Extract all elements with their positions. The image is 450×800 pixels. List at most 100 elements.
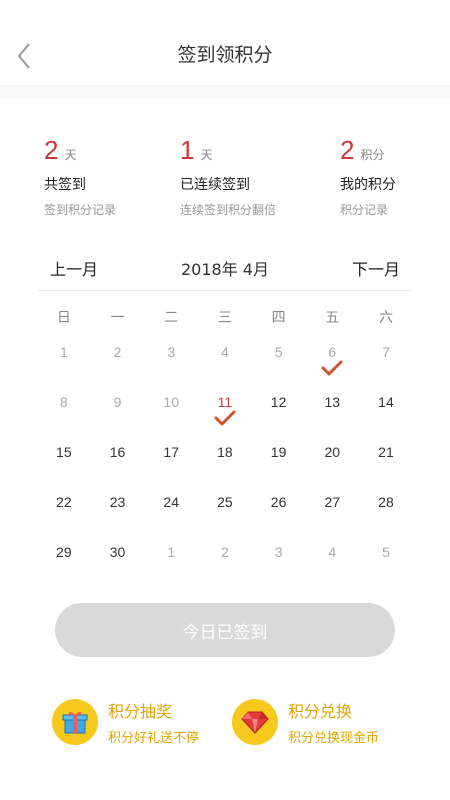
calendar-day-today[interactable]: 11 [198, 384, 252, 434]
calendar-week-row: 15 16 17 18 19 20 21 [37, 434, 413, 484]
day-number: 27 [324, 494, 341, 510]
day-number: 4 [328, 544, 337, 560]
calendar-day[interactable]: 25 [198, 484, 252, 534]
calendar-day[interactable]: 1 [144, 534, 198, 584]
day-number: 13 [324, 394, 341, 410]
day-number: 16 [109, 444, 126, 460]
weekday-label: 四 [271, 310, 286, 326]
calendar-day[interactable]: 9 [91, 384, 145, 434]
feature-subtitle: 积分兑换现金币 [288, 731, 380, 746]
calendar-day[interactable]: 5 [359, 534, 413, 584]
stat-label: 我的积分 [340, 177, 396, 193]
calendar-day[interactable]: 21 [359, 434, 413, 484]
calendar-day[interactable]: 19 [252, 434, 306, 484]
day-number: 11 [217, 394, 233, 410]
day-number: 5 [274, 344, 283, 360]
stat-unit: 天 [200, 148, 213, 162]
stat-consecutive[interactable]: 1 天 已连续签到 连续签到积分翻倍 [180, 135, 276, 218]
weekday-header: 日一二三四五六 [37, 300, 413, 334]
stat-sublabel: 签到积分记录 [44, 203, 117, 217]
day-number: 23 [109, 494, 126, 510]
points-exchange-entry[interactable]: 积分兑换 积分兑换现金币 [232, 696, 379, 748]
day-number: 18 [217, 444, 233, 460]
calendar-day[interactable]: 20 [305, 434, 359, 484]
day-number: 15 [56, 444, 72, 460]
calendar-day[interactable]: 4 [198, 334, 252, 384]
day-number: 19 [270, 444, 287, 460]
feature-subtitle: 积分好礼送不停 [108, 731, 200, 746]
day-number: 2 [221, 544, 229, 560]
stat-value: 1 [180, 135, 195, 165]
points-lottery-entry[interactable]: 积分抽奖 积分好礼送不停 [52, 696, 199, 748]
calendar-day[interactable]: 17 [144, 434, 198, 484]
calendar-day[interactable]: 10 [144, 384, 198, 434]
calendar-day[interactable]: 5 [252, 334, 306, 384]
day-number: 12 [270, 394, 287, 410]
stat-total-signin[interactable]: 2 天 共签到 签到积分记录 [44, 135, 116, 218]
calendar-day[interactable]: 16 [91, 434, 145, 484]
stat-label: 共签到 [44, 177, 86, 193]
day-number: 9 [113, 394, 122, 410]
calendar-day[interactable]: 3 [144, 334, 198, 384]
day-number: 7 [382, 344, 390, 360]
calendar-day[interactable]: 12 [252, 384, 306, 434]
day-number: 14 [378, 394, 394, 410]
day-number: 6 [328, 344, 337, 360]
day-number: 4 [221, 344, 229, 360]
page-title: 签到领积分 [177, 44, 273, 66]
stat-sublabel: 连续签到积分翻倍 [180, 203, 277, 217]
gem-icon [232, 699, 278, 745]
calendar-day[interactable]: 15 [37, 434, 91, 484]
calendar-day[interactable]: 28 [359, 484, 413, 534]
calendar-day[interactable]: 1 [37, 334, 91, 384]
calendar-day[interactable]: 7 [359, 334, 413, 384]
calendar-grid: 日一二三四五六 1 2 3 4 5 6 7 8 9 10 11 12 13 14 15 16 17 18 19 20 2… [37, 300, 413, 584]
feature-title: 积分抽奖 [108, 702, 173, 721]
calendar-week-row: 1 2 3 4 5 6 7 [37, 334, 413, 384]
calendar-day[interactable]: 2 [198, 534, 252, 584]
calendar-day[interactable]: 14 [359, 384, 413, 434]
calendar-day[interactable]: 6 [305, 334, 359, 384]
stat-unit: 积分 [360, 148, 385, 162]
day-number: 20 [324, 444, 341, 460]
calendar-day[interactable]: 13 [305, 384, 359, 434]
day-number: 17 [163, 444, 179, 460]
calendar-day[interactable]: 27 [305, 484, 359, 534]
calendar-day[interactable]: 8 [37, 384, 91, 434]
day-number: 24 [163, 494, 179, 510]
stat-value: 2 [340, 135, 355, 165]
calendar-day[interactable]: 22 [37, 484, 91, 534]
calendar-day[interactable]: 24 [144, 484, 198, 534]
day-number: 2 [113, 344, 122, 360]
calendar-day[interactable]: 23 [91, 484, 145, 534]
top-bar: 签到领积分 [0, 0, 450, 87]
section-gap [0, 87, 450, 99]
calendar-day[interactable]: 26 [252, 484, 306, 534]
signed-today-button[interactable]: 今日已签到 [55, 603, 395, 657]
calendar-day[interactable]: 2 [91, 334, 145, 384]
calendar-day[interactable]: 29 [37, 534, 91, 584]
weekday-label: 一 [110, 310, 125, 326]
calendar-week-row: 29 30 1 2 3 4 5 [37, 534, 413, 584]
day-number: 8 [59, 394, 68, 410]
day-number: 1 [59, 344, 68, 360]
day-number: 1 [167, 544, 176, 560]
day-number: 3 [167, 344, 176, 360]
gift-icon [52, 699, 98, 745]
stat-my-points[interactable]: 2 积分 我的积分 积分记录 [340, 135, 396, 218]
weekday-label: 三 [217, 310, 232, 326]
day-number: 28 [378, 494, 394, 510]
day-number: 29 [56, 544, 72, 560]
signed-check-icon [214, 410, 236, 426]
calendar-day[interactable]: 3 [252, 534, 306, 584]
day-number: 3 [274, 544, 283, 560]
month-navigation: 上一月 2018年 4月 下一月 [0, 256, 450, 280]
calendar-day[interactable]: 4 [305, 534, 359, 584]
weekday-label: 二 [164, 310, 179, 326]
calendar-day[interactable]: 18 [198, 434, 252, 484]
signed-check-icon [321, 360, 343, 376]
calendar-week-row: 8 9 10 11 12 13 14 [37, 384, 413, 434]
calendar-day[interactable]: 30 [91, 534, 145, 584]
next-month-button[interactable]: 下一月 [352, 256, 400, 280]
day-number: 22 [56, 494, 72, 510]
